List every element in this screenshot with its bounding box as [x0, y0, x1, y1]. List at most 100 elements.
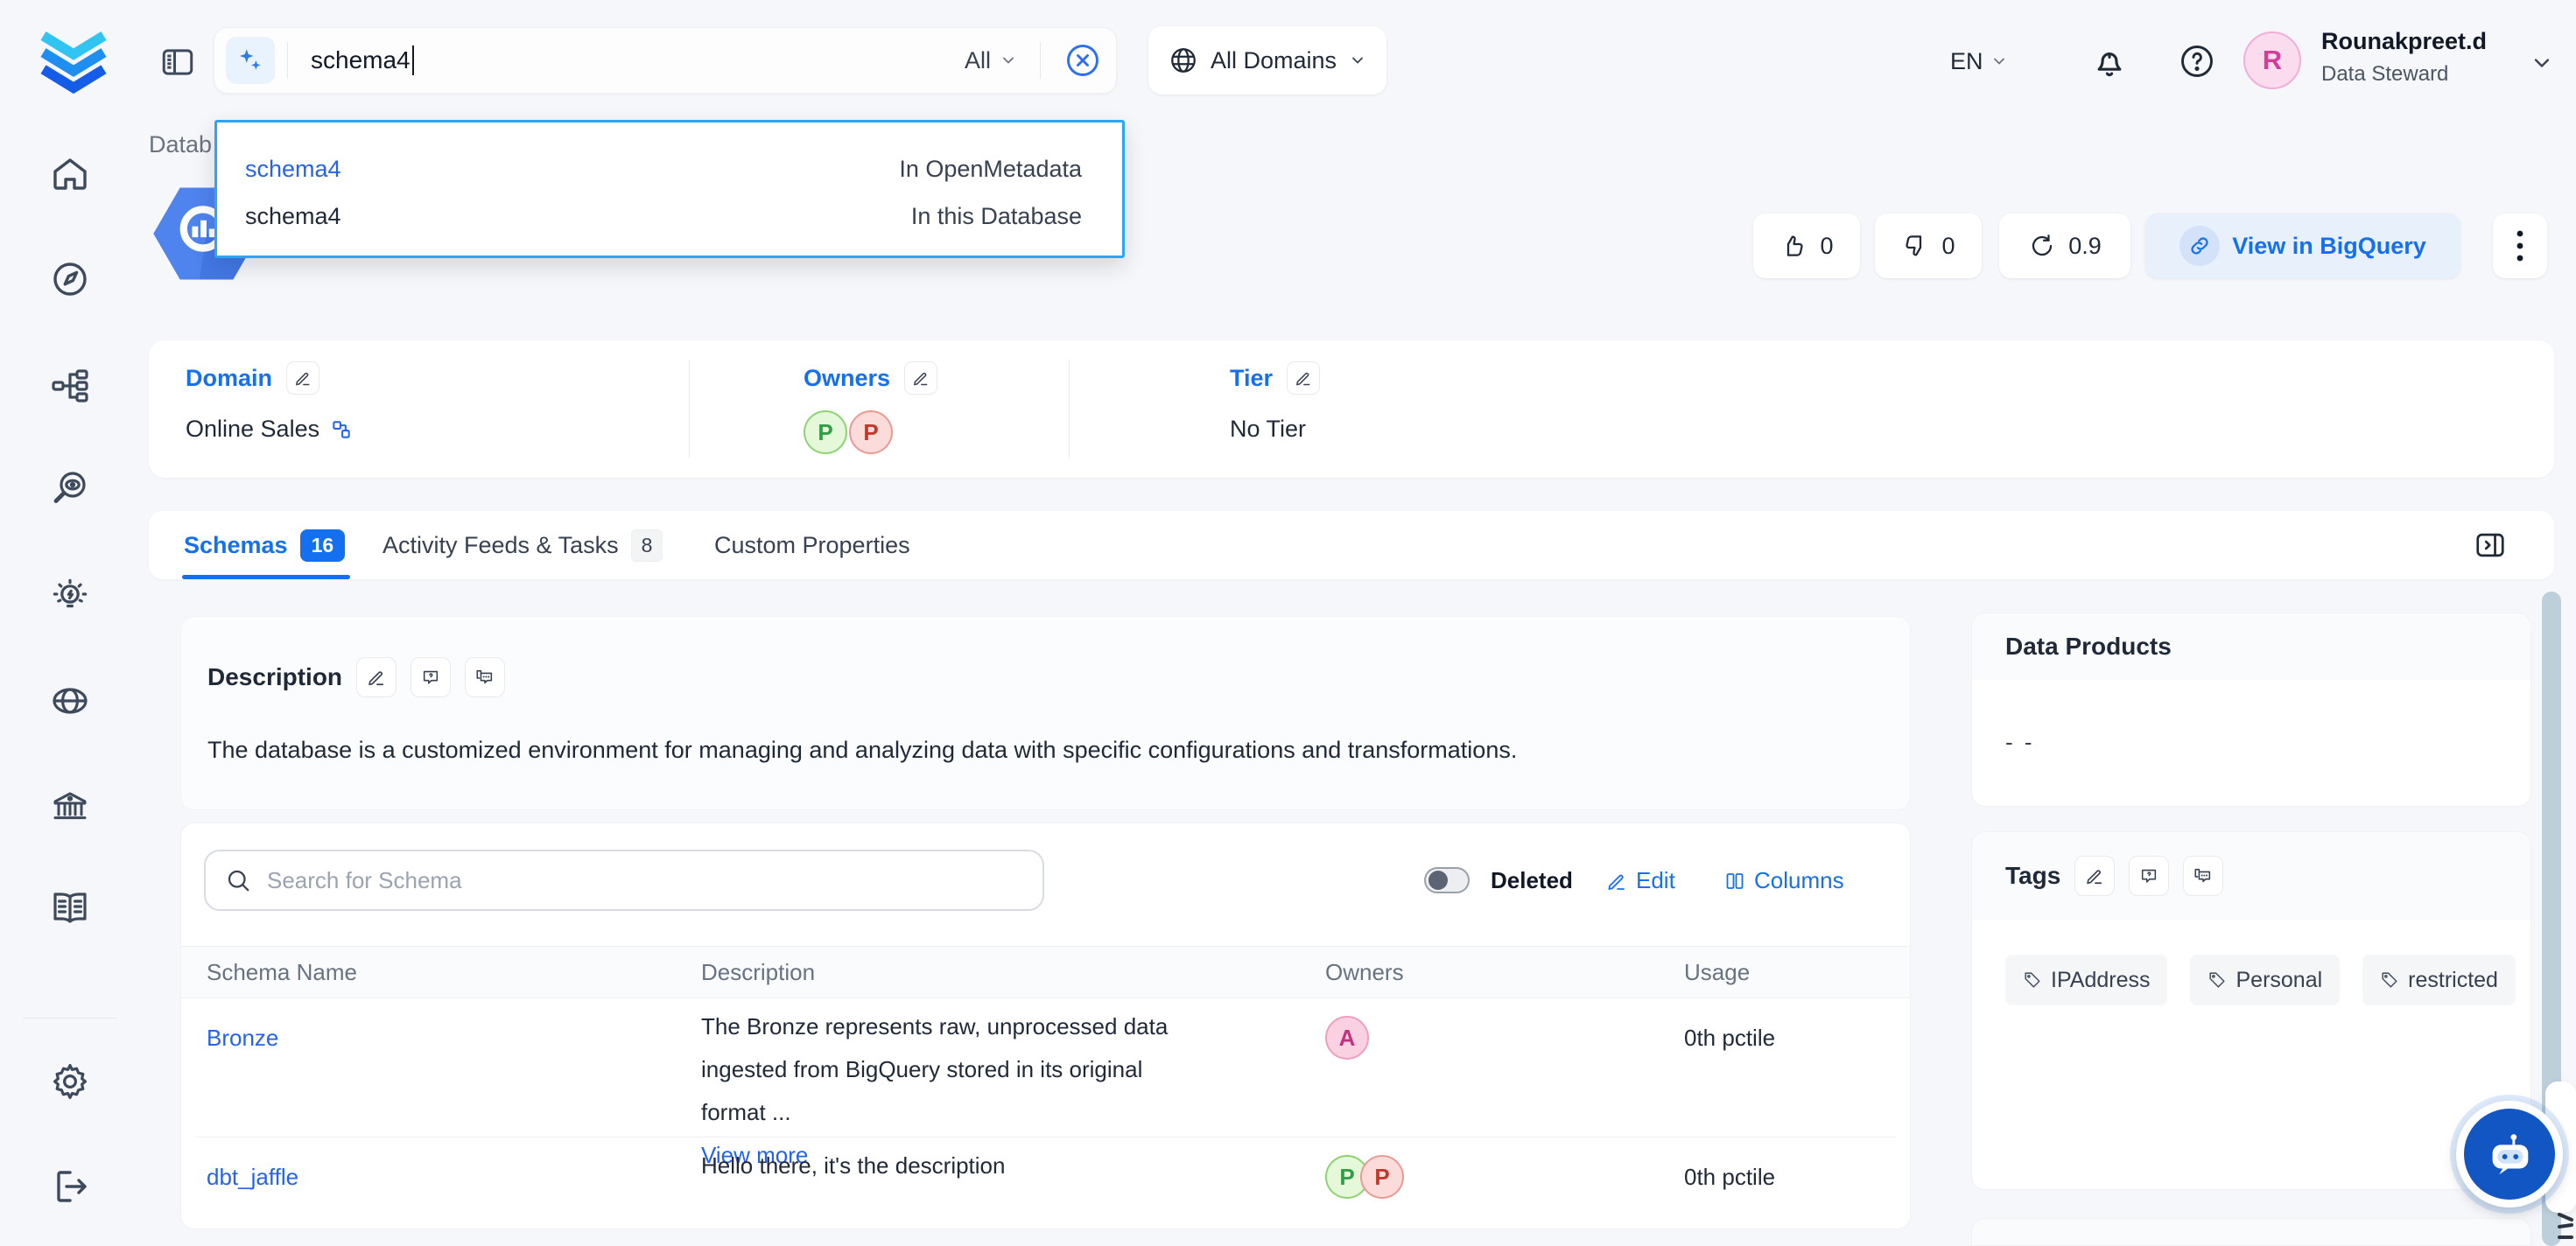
upvote-count: 0 — [1820, 233, 1833, 260]
insights-bulb-icon[interactable] — [49, 575, 91, 617]
language-label: EN — [1950, 48, 1983, 75]
expand-right-panel-icon[interactable] — [2474, 528, 2507, 562]
owner-avatar[interactable]: P — [804, 410, 847, 454]
tab-count-badge: 16 — [300, 529, 346, 562]
user-avatar[interactable]: R — [2243, 32, 2301, 89]
search-filter-label: All — [965, 47, 991, 74]
result-label[interactable]: schema4 — [245, 156, 341, 183]
tag-chip[interactable]: restricted — [2362, 955, 2516, 1005]
owner-avatar[interactable]: P — [1360, 1155, 1404, 1199]
comments-button[interactable] — [465, 657, 505, 697]
edit-owners-button[interactable] — [904, 361, 937, 395]
result-label[interactable]: schema4 — [245, 203, 341, 230]
search-filter-dropdown[interactable]: All — [965, 47, 1017, 74]
owner-initial: P — [818, 419, 832, 446]
chevron-down-icon — [1000, 52, 1017, 69]
description-text: The database is a customized environment… — [207, 737, 1517, 764]
schema-name-link[interactable]: Bronze — [207, 1025, 278, 1052]
domain-label-row: Domain — [186, 361, 319, 395]
owners-avatars: P P — [804, 410, 893, 454]
breadcrumb[interactable]: Datab — [149, 131, 212, 158]
request-description-button[interactable] — [411, 657, 451, 697]
tab-schemas[interactable]: Schemas 16 — [184, 511, 345, 579]
request-tags-button[interactable] — [2129, 856, 2169, 896]
edit-label: Edit — [1636, 867, 1675, 894]
edit-button[interactable]: Edit — [1606, 867, 1675, 894]
owner-avatar[interactable]: P — [849, 410, 893, 454]
user-menu[interactable]: Rounakpreet.d Data Steward — [2321, 28, 2487, 87]
user-menu-chevron-icon[interactable] — [2530, 51, 2554, 75]
language-selector[interactable]: EN — [1950, 0, 2008, 122]
tag-chip[interactable]: IPAddress — [2005, 955, 2167, 1005]
deleted-toggle[interactable] — [1424, 867, 1470, 893]
domain-label: Domain — [186, 365, 272, 392]
clear-search-icon[interactable] — [1063, 41, 1102, 80]
meta-divider — [689, 360, 690, 458]
observability-search-eye-icon[interactable] — [49, 467, 91, 509]
search-input[interactable]: schema4 — [311, 46, 414, 75]
help-icon[interactable] — [2178, 42, 2216, 80]
robot-icon — [2464, 1109, 2555, 1200]
pencil-icon — [1606, 871, 1627, 892]
downvote-count: 0 — [1941, 233, 1955, 260]
tag-label: Personal — [2236, 968, 2322, 993]
search-result-row[interactable]: schema4 In this Database — [245, 203, 1082, 230]
tab-count-badge: 8 — [631, 529, 663, 562]
owners-label-row: Owners — [804, 361, 937, 395]
openmetadata-logo[interactable] — [33, 14, 114, 94]
schema-name-link[interactable]: dbt_jaffle — [207, 1164, 298, 1191]
tab-activity-feeds[interactable]: Activity Feeds & Tasks 8 — [383, 511, 663, 579]
tag-chip[interactable]: Personal — [2190, 955, 2340, 1005]
more-actions-button[interactable] — [2493, 214, 2547, 278]
search-result-row[interactable]: schema4 In OpenMetadata — [245, 156, 1082, 183]
tags-card: Tags IPAddress Personal restricted — [1971, 831, 2531, 1190]
tier-label-row: Tier — [1230, 361, 1320, 395]
downvote-button[interactable]: 0 — [1875, 214, 1982, 278]
search-suggestions-dropdown: schema4 In OpenMetadata schema4 In this … — [214, 120, 1125, 258]
schemas-table-card: Search for Schema Deleted Edit Columns S… — [180, 822, 1911, 1229]
explore-compass-icon[interactable] — [49, 258, 91, 300]
all-domains-button[interactable]: All Domains — [1148, 26, 1386, 94]
lineage-network-icon[interactable] — [49, 365, 91, 407]
owner-avatar[interactable]: A — [1325, 1016, 1369, 1060]
home-icon[interactable] — [49, 153, 91, 195]
notifications-bell-icon[interactable] — [2090, 42, 2129, 80]
comment-question-icon — [421, 668, 440, 687]
view-in-bigquery-button[interactable]: View in BigQuery — [2145, 214, 2460, 278]
domain-value[interactable]: Online Sales — [186, 416, 353, 443]
global-search-bar[interactable]: schema4 All — [214, 27, 1117, 94]
search-divider — [1040, 42, 1041, 79]
owner-initial: P — [1339, 1164, 1354, 1191]
pencil-icon — [294, 369, 312, 387]
data-products-title: Data Products — [2005, 633, 2172, 661]
tab-custom-properties[interactable]: Custom Properties — [714, 511, 910, 579]
thumbs-down-icon — [1901, 232, 1929, 260]
edit-tier-button[interactable] — [1287, 361, 1320, 395]
conversation-icon — [2193, 866, 2213, 886]
settings-gear-icon[interactable] — [49, 1060, 91, 1102]
logout-icon[interactable] — [49, 1166, 91, 1208]
text-caret — [412, 46, 414, 75]
edit-domain-button[interactable] — [286, 361, 319, 395]
entity-tabs: Schemas 16 Activity Feeds & Tasks 8 Cust… — [149, 511, 2554, 579]
chat-assistant-button[interactable] — [2456, 1101, 2563, 1208]
domains-globe-icon[interactable] — [49, 680, 91, 722]
govern-bank-icon[interactable] — [49, 785, 91, 827]
tags-conversation-button[interactable] — [2183, 856, 2223, 896]
edit-description-button[interactable] — [356, 657, 397, 697]
glossary-book-icon[interactable] — [49, 887, 91, 929]
score-button[interactable]: 0.9 — [1999, 214, 2130, 278]
chevron-down-icon — [1349, 52, 1366, 69]
upvote-button[interactable]: 0 — [1753, 214, 1860, 278]
data-products-empty-value: - - — [2005, 729, 2035, 756]
edit-tags-button[interactable] — [2074, 856, 2115, 896]
schema-search-input[interactable]: Search for Schema — [204, 850, 1044, 911]
columns-button[interactable]: Columns — [1724, 867, 1844, 894]
comment-question-icon — [2139, 866, 2158, 886]
table-header-row: Schema Name Description Owners Usage — [181, 946, 1910, 998]
user-initial: R — [2263, 45, 2282, 76]
external-link-icon — [2179, 226, 2220, 266]
sidebar-collapse-icon[interactable] — [159, 44, 196, 80]
ai-sparkle-icon[interactable] — [226, 37, 275, 84]
owner-initial: P — [863, 419, 878, 446]
